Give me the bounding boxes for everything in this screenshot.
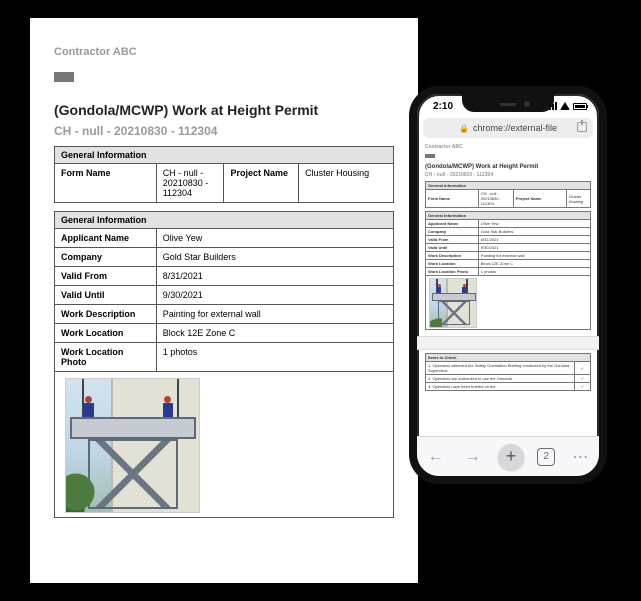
new-tab-button[interactable]: +: [498, 444, 524, 470]
forward-button[interactable]: →: [461, 445, 485, 469]
browser-toolbar: ← → + 2 ⋯: [417, 436, 599, 476]
document-title: (Gondola/MCWP) Work at Height Permit: [425, 164, 591, 170]
lock-icon: 🔒: [459, 124, 469, 133]
table-row: Work Location Photo1 photos: [55, 343, 394, 372]
share-icon[interactable]: [577, 122, 587, 132]
document-subtitle: CH - null - 20210830 - 112304: [54, 124, 394, 138]
table-row: CompanyGold Star Builders: [55, 248, 394, 267]
project-name-label: Project Name: [224, 164, 299, 203]
section-header: General Information: [55, 212, 394, 229]
status-time: 2:10: [433, 101, 453, 112]
document-page: Contractor ABC (Gondola/MCWP) Work at He…: [30, 18, 418, 583]
contractor-label: Contractor ABC: [425, 144, 591, 150]
url-bar[interactable]: 🔒 chrome://external-file: [423, 118, 593, 138]
document-title: (Gondola/MCWP) Work at Height Permit: [54, 102, 394, 118]
section-header: General Information: [55, 147, 394, 164]
phone-notch: [462, 94, 554, 112]
general-info-table: General Information Applicant NameOlive …: [425, 211, 591, 330]
project-name-value: Cluster Housing: [299, 164, 394, 203]
table-row: Valid Until9/30/2021: [55, 286, 394, 305]
tabs-button[interactable]: 2: [537, 448, 555, 466]
work-location-photo: [65, 378, 200, 513]
form-name-label: Form Name: [55, 164, 157, 203]
back-button[interactable]: ←: [424, 445, 448, 469]
work-location-photo: [429, 278, 477, 328]
phone-webpage[interactable]: Contractor ABC (Gondola/MCWP) Work at He…: [417, 138, 599, 434]
document-subtitle: CH - null - 20210830 - 112304: [425, 172, 591, 178]
battery-icon: [573, 103, 587, 110]
url-text: chrome://external-file: [473, 123, 557, 133]
table-row: Valid From8/31/2021: [55, 267, 394, 286]
general-info-table: General Information Applicant NameOlive …: [54, 211, 394, 518]
contractor-logo: [425, 154, 435, 158]
wifi-icon: [560, 102, 570, 110]
table-row: [55, 372, 394, 518]
contractor-label: Contractor ABC: [54, 46, 394, 58]
table-row: Applicant NameOlive Yew: [55, 229, 394, 248]
contractor-logo: [54, 72, 74, 82]
section-gap: [417, 336, 599, 350]
phone-mockup: 2:10 🔒 chrome://external-file Contractor…: [409, 86, 607, 484]
table-row: Work DescriptionPainting for external wa…: [55, 305, 394, 324]
menu-button[interactable]: ⋯: [568, 445, 592, 469]
table-row: Form Name CH - null - 20210830 - 112304 …: [55, 164, 394, 203]
form-name-value: CH - null - 20210830 - 112304: [156, 164, 224, 203]
form-info-table: General Information Form Name CH - null …: [54, 146, 394, 203]
items-to-check-table: Items to Check 1. Operators attended the…: [425, 353, 591, 391]
form-info-table: General Information Form NameCH - null -…: [425, 181, 591, 208]
table-row: Work LocationBlock 12E Zone C: [55, 324, 394, 343]
